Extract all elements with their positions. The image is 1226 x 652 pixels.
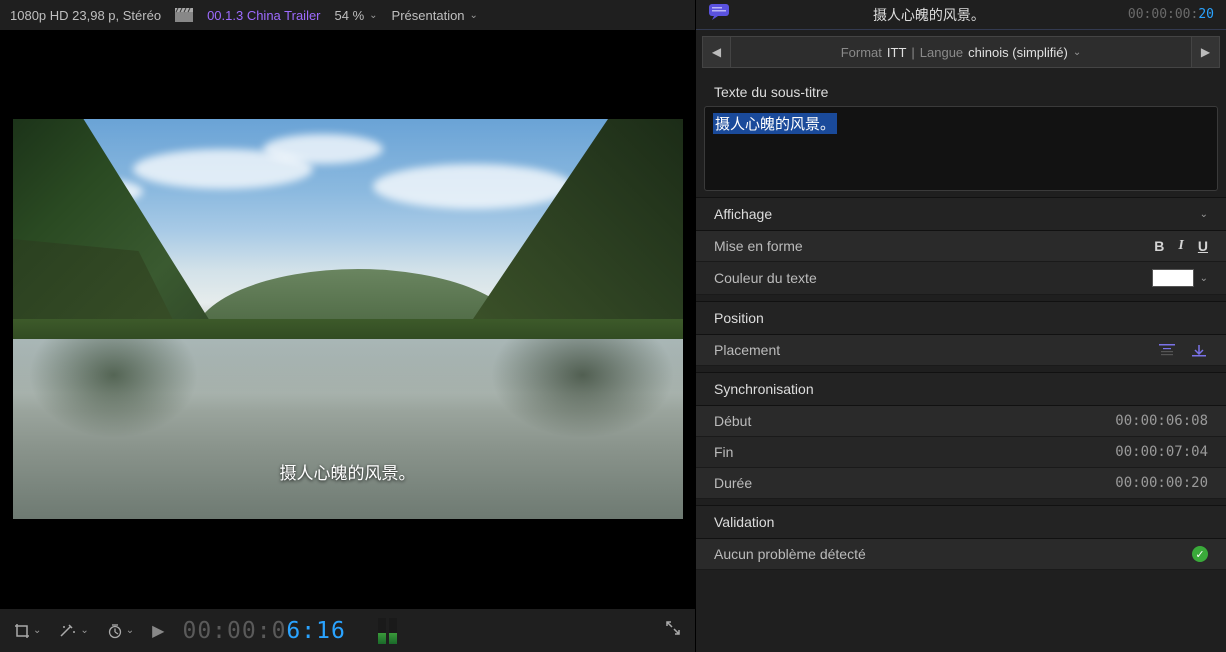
formatting-row: Mise en forme B I U <box>696 231 1226 262</box>
placement-bottom-icon[interactable] <box>1190 343 1208 357</box>
caption-format-bar: ◀ Format ITT | Langue chinois (simplifié… <box>702 36 1220 68</box>
position-section: Position <box>696 301 1226 335</box>
view-menu-label: Présentation <box>392 8 465 23</box>
placement-row: Placement <box>696 335 1226 366</box>
placement-label: Placement <box>714 342 780 358</box>
text-color-label: Couleur du texte <box>714 270 817 286</box>
chevron-down-icon: ⌄ <box>1200 209 1208 220</box>
chevron-down-icon: ⌄ <box>126 625 134 636</box>
check-ok-icon: ✓ <box>1192 546 1208 562</box>
video-frame: 摄人心魄的风景。 <box>13 119 683 519</box>
validation-section: Validation <box>696 505 1226 539</box>
chevron-down-icon: ⌄ <box>1073 47 1081 58</box>
end-timecode[interactable]: 00:00:07:04 <box>1115 444 1208 460</box>
caption-text-input[interactable]: 摄人心魄的风景。 <box>704 106 1218 191</box>
chevron-down-icon: ⌄ <box>470 10 478 21</box>
timing-section: Synchronisation <box>696 372 1226 406</box>
italic-button[interactable]: I <box>1178 238 1183 254</box>
clapperboard-icon <box>175 8 193 22</box>
duration-row: Durée 00:00:00:20 <box>696 468 1226 499</box>
burned-subtitle: 摄人心魄的风景。 <box>13 459 683 484</box>
duration-label: Durée <box>714 475 752 491</box>
chevron-down-icon: ⌄ <box>80 625 88 636</box>
display-section-label: Affichage <box>714 206 772 222</box>
language-value: chinois (simplifié) <box>968 45 1068 60</box>
timecode-gray: 00:00:0 <box>182 618 286 644</box>
zoom-value: 54 % <box>335 8 365 23</box>
format-value: ITT <box>887 45 907 60</box>
video-viewer[interactable]: 摄人心魄的风景。 <box>0 30 695 608</box>
timing-section-label: Synchronisation <box>714 381 814 397</box>
start-row: Début 00:00:06:08 <box>696 406 1226 437</box>
start-timecode[interactable]: 00:00:06:08 <box>1115 413 1208 429</box>
fullscreen-button[interactable] <box>665 620 681 641</box>
clip-title: 00.1.3 China Trailer <box>207 8 320 23</box>
media-format-label: 1080p HD 23,98 p, Stéréo <box>10 8 161 23</box>
start-label: Début <box>714 413 751 429</box>
bold-button[interactable]: B <box>1154 238 1164 254</box>
inspector-duration: 00:00:00:20 <box>1128 7 1214 22</box>
audio-meters <box>378 618 397 644</box>
crop-tool[interactable]: ⌄ <box>14 623 41 639</box>
format-label: Format <box>841 45 882 60</box>
position-section-label: Position <box>714 310 764 326</box>
caption-icon[interactable] <box>708 3 730 26</box>
chevron-down-icon: ⌄ <box>369 10 377 21</box>
end-row: Fin 00:00:07:04 <box>696 437 1226 468</box>
inspector-title: 摄人心魄的风景。 <box>740 5 1118 25</box>
chevron-down-icon[interactable]: ⌄ <box>1200 273 1208 284</box>
next-caption-button[interactable]: ▶ <box>1191 37 1219 67</box>
view-menu[interactable]: Présentation ⌄ <box>392 8 478 23</box>
language-label: Langue <box>920 45 963 60</box>
placement-top-icon[interactable] <box>1158 343 1176 357</box>
timecode-blue: 6:16 <box>286 618 345 644</box>
validation-row: Aucun problème détecté ✓ <box>696 539 1226 570</box>
validation-message: Aucun problème détecté <box>714 546 866 562</box>
format-language-menu[interactable]: Format ITT | Langue chinois (simplifié) … <box>731 37 1191 67</box>
viewer-timecode[interactable]: 00:00:06:16 <box>182 618 345 644</box>
play-button[interactable]: ▶ <box>152 621 164 641</box>
retime-tool[interactable]: ⌄ <box>107 623 134 639</box>
end-label: Fin <box>714 444 733 460</box>
underline-button[interactable]: U <box>1198 238 1208 254</box>
enhance-tool[interactable]: ⌄ <box>59 624 88 638</box>
zoom-level-menu[interactable]: 54 % ⌄ <box>335 8 378 23</box>
prev-caption-button[interactable]: ◀ <box>703 37 731 67</box>
duration-timecode[interactable]: 00:00:00:20 <box>1115 475 1208 491</box>
text-color-row: Couleur du texte ⌄ <box>696 262 1226 295</box>
caption-text-label: Texte du sous-titre <box>696 74 1226 106</box>
color-swatch[interactable] <box>1152 269 1194 287</box>
chevron-down-icon: ⌄ <box>33 625 41 636</box>
formatting-label: Mise en forme <box>714 238 803 254</box>
display-section[interactable]: Affichage ⌄ <box>696 197 1226 231</box>
caption-text-selected: 摄人心魄的风景。 <box>713 113 837 134</box>
validation-section-label: Validation <box>714 514 774 530</box>
